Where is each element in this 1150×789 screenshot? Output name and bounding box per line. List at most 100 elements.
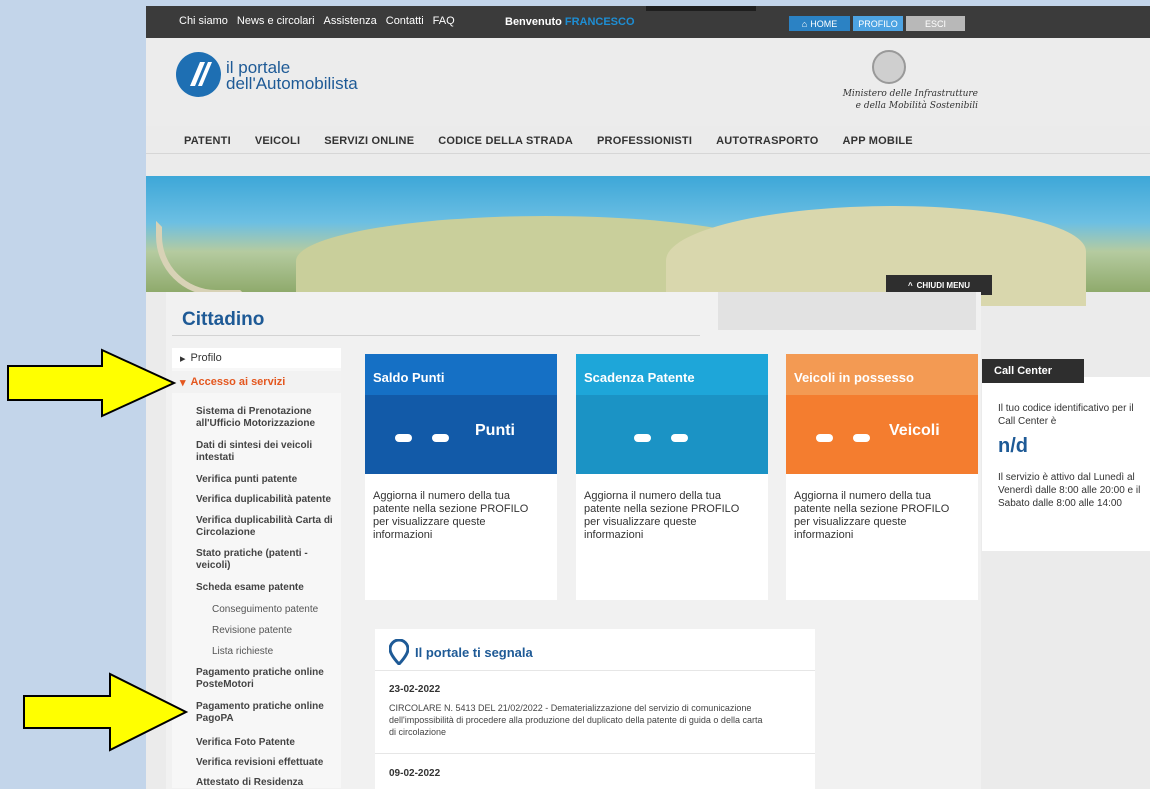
sidebar-link-pagopa[interactable]: Pagamento pratiche online PagoPA [196, 701, 334, 725]
sidebar-link-duplicabilita-carta[interactable]: Verifica duplicabilità Carta di Circolaz… [196, 515, 341, 539]
home-button[interactable]: ⌂ HOME [789, 16, 850, 31]
sidebar-link-foto-patente[interactable]: Verifica Foto Patente [196, 737, 295, 749]
placeholder-dash [671, 434, 688, 442]
nav-veicoli[interactable]: VEICOLI [255, 135, 300, 147]
sidebar-link-dati-veicoli[interactable]: Dati di sintesi dei veicoli intestati [196, 440, 336, 464]
portal-page: Chi siamo News e circolari Assistenza Co… [146, 6, 1150, 789]
card-title: Scadenza Patente [576, 354, 768, 395]
card-unit: Punti [475, 422, 515, 439]
placeholder-dash [634, 434, 651, 442]
banner-hill [666, 206, 1086, 306]
link-news[interactable]: News e circolari [237, 15, 315, 27]
sidebar-link-revisione[interactable]: Revisione patente [212, 625, 292, 636]
placeholder-dash [816, 434, 833, 442]
card-value-panel [576, 395, 768, 474]
call-center-text: Il tuo codice identificativo per il Call… [998, 403, 1134, 427]
call-center-title: Call Center [982, 359, 1084, 383]
scadenza-patente-card[interactable]: Scadenza Patente Aggiorna il numero dell… [576, 354, 768, 600]
title-divider [172, 335, 700, 336]
sidebar-label: Profilo [190, 352, 222, 364]
location-pin-icon [389, 639, 409, 665]
portal-logo-icon[interactable] [176, 52, 221, 97]
home-icon: ⌂ [801, 18, 808, 29]
site-header: il portale dell'Automobilista Ministero d… [146, 38, 1150, 126]
sidebar-label: Accesso ai servizi [190, 376, 286, 388]
sidebar-link-prenotazione[interactable]: Sistema di Prenotazione all'Ufficio Moto… [196, 406, 336, 430]
sidebar-link-punti-patente[interactable]: Verifica punti patente [196, 474, 297, 486]
services-sidebar: ▸ Profilo ▾ Accesso ai servizi Sistema di … [172, 348, 341, 788]
banner-road [156, 221, 246, 296]
veicoli-possesso-card[interactable]: Veicoli in possesso Veicoli Aggiorna il … [786, 354, 978, 600]
sidebar-link-conseguimento[interactable]: Conseguimento patente [212, 604, 318, 615]
card-text: Aggiorna il numero della tua patente nel… [584, 490, 740, 541]
card-unit: Veicoli [889, 422, 940, 439]
news-divider [375, 753, 815, 754]
republic-emblem-icon [872, 50, 906, 84]
user-name: FRANCESCO [564, 16, 635, 28]
top-bar: Chi siamo News e circolari Assistenza Co… [146, 6, 1150, 38]
placeholder-dash [432, 434, 449, 442]
caret-down-icon: ▾ [180, 376, 186, 389]
link-chi-siamo[interactable]: Chi siamo [179, 15, 228, 27]
card-text: Aggiorna il numero della tua patente nel… [794, 490, 950, 541]
card-title: Saldo Punti [365, 354, 557, 395]
chevron-up-icon: ^ [907, 280, 913, 290]
news-date: 23-02-2022 [389, 684, 441, 695]
caret-right-icon: ▸ [180, 352, 186, 365]
news-panel: Il portale ti segnala 23-02-2022 CIRCOLA… [375, 629, 815, 789]
saldo-punti-card[interactable]: Saldo Punti Punti Aggiorna il numero del… [365, 354, 557, 600]
sidebar-link-postemotori[interactable]: Pagamento pratiche online PosteMotori [196, 667, 334, 691]
main-content: Cittadino ▸ Profilo ▾ Accesso ai servizi S… [166, 292, 981, 789]
profile-button[interactable]: PROFILO [853, 16, 903, 31]
ministry-logo-text: Ministero delle Infrastrutture e della Mo… [798, 88, 978, 112]
exit-button[interactable]: ESCI [906, 16, 965, 31]
yellow-arrow-annotation [7, 348, 177, 418]
sidebar-link-revisioni[interactable]: Verifica revisioni effettuate [196, 757, 323, 769]
card-value-panel: Veicoli [786, 395, 978, 474]
news-title: Il portale ti segnala [415, 644, 533, 660]
yellow-arrow-annotation [23, 672, 189, 752]
sidebar-item-profilo[interactable]: ▸ Profilo [172, 348, 341, 368]
nav-patenti[interactable]: PATENTI [184, 135, 231, 147]
page-title: Cittadino [182, 309, 265, 330]
close-menu-label: CHIUDI MENU [916, 280, 970, 290]
nav-autotrasporto[interactable]: AUTOTRASPORTO [716, 135, 818, 147]
ministry-line-2: e della Mobilità Sostenibili [855, 101, 978, 111]
sidebar-link-stato-pratiche[interactable]: Stato pratiche (patenti - veicoli) [196, 548, 316, 572]
top-links: Chi siamo News e circolari Assistenza Co… [179, 15, 455, 27]
nav-professionisti[interactable]: PROFESSIONISTI [597, 135, 692, 147]
card-value-panel: Punti [365, 395, 557, 474]
top-divider [646, 6, 756, 11]
news-header: Il portale ti segnala [389, 639, 533, 665]
news-date: 09-02-2022 [389, 768, 441, 779]
welcome-text: Benvenuto FRANCESCO [505, 16, 635, 28]
portal-logo-text[interactable]: il portale dell'Automobilista [226, 59, 358, 93]
news-divider [375, 670, 815, 671]
sidebar-link-lista-richieste[interactable]: Lista richieste [212, 646, 273, 657]
sidebar-link-duplicabilita-patente[interactable]: Verifica duplicabilità patente [196, 494, 331, 506]
news-item-link[interactable]: CIRCOLARE N. 5413 DEL 21/02/2022 - Demat… [389, 702, 769, 738]
landscape-banner [146, 176, 1150, 306]
right-gray-panel [718, 292, 976, 330]
call-center-box: Call Center Il tuo codice identificativo… [982, 359, 1150, 551]
placeholder-dash [395, 434, 412, 442]
call-center-code: n/d [998, 435, 1028, 457]
link-contatti[interactable]: Contatti [386, 15, 424, 27]
sidebar-item-accesso-servizi[interactable]: ▾ Accesso ai servizi [172, 371, 341, 393]
main-navigation: PATENTI VEICOLI SERVIZI ONLINE CODICE DE… [146, 126, 1150, 154]
nav-app-mobile[interactable]: APP MOBILE [843, 135, 913, 147]
home-label: HOME [810, 18, 838, 29]
card-text: Aggiorna il numero della tua patente nel… [373, 490, 529, 541]
sidebar-link-scheda-esame[interactable]: Scheda esame patente [196, 582, 304, 594]
logo-line-2: dell'Automobilista [226, 74, 358, 93]
sidebar-link-residenza[interactable]: Attestato di Residenza [196, 777, 303, 789]
card-title: Veicoli in possesso [786, 354, 978, 395]
link-faq[interactable]: FAQ [433, 15, 455, 27]
placeholder-dash [853, 434, 870, 442]
call-center-hours: Il servizio è attivo dal Lunedì al Vener… [998, 472, 1141, 509]
nav-codice-strada[interactable]: CODICE DELLA STRADA [438, 135, 573, 147]
ministry-line-1: Ministero delle Infrastrutture [842, 89, 978, 99]
link-assistenza[interactable]: Assistenza [324, 15, 377, 27]
nav-servizi-online[interactable]: SERVIZI ONLINE [324, 135, 414, 147]
welcome-label: Benvenuto [505, 16, 562, 28]
